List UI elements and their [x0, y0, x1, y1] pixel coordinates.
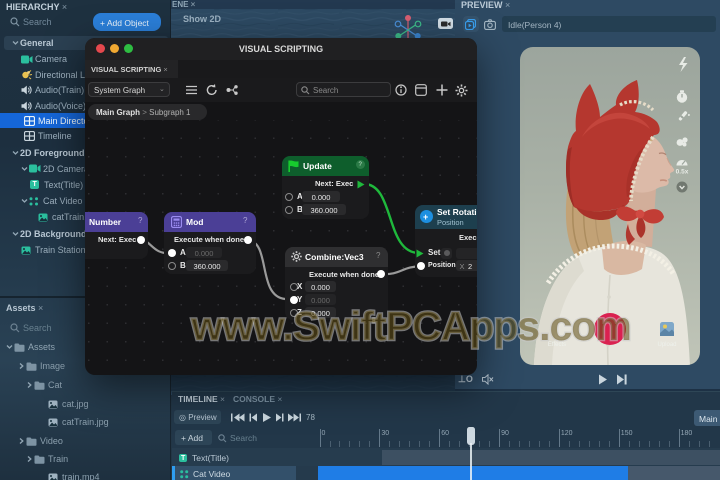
svg-text:Effects: Effects	[548, 342, 566, 348]
svg-text:0.5x: 0.5x	[676, 169, 689, 176]
svg-text:Upload: Upload	[657, 342, 676, 348]
